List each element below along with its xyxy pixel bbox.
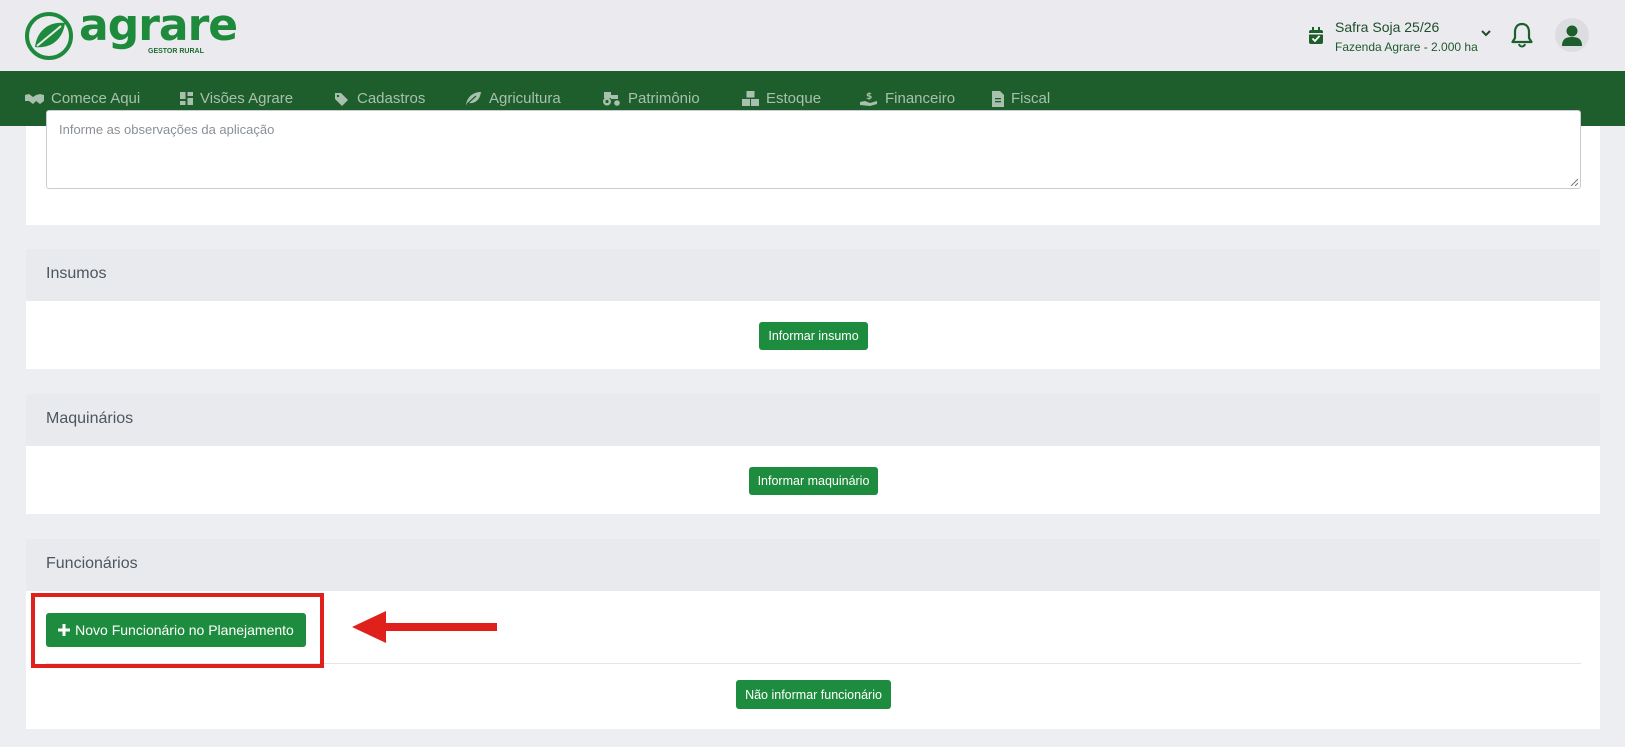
informar-maquinario-button[interactable]: Informar maquinário: [749, 467, 878, 495]
user-icon: [1562, 25, 1582, 46]
leaf-icon: [466, 92, 481, 105]
boxes-icon: [742, 91, 759, 106]
logo-wordmark: agrare: [79, 0, 238, 51]
leaf-logo-icon: [25, 12, 73, 60]
season-farm: Fazenda Agrare - 2.000 ha: [1335, 40, 1478, 54]
nav-item-label: Cadastros: [357, 90, 426, 107]
nao-informar-funcionario-button[interactable]: Não informar funcionário: [736, 680, 891, 709]
insumos-header: Insumos: [26, 249, 1600, 301]
observations-placeholder: Informe as observações da aplicação: [59, 122, 275, 137]
svg-text:$: $: [866, 92, 872, 102]
insumos-panel: Insumos Informar insumo: [26, 249, 1600, 369]
nav-item-label: Financeiro: [885, 90, 956, 107]
season-selector[interactable]: Safra Soja 25/26 Fazenda Agrare - 2.000 …: [1308, 17, 1498, 57]
chevron-down-icon: [1481, 30, 1491, 37]
nav-item-label: Patrimônio: [628, 90, 700, 107]
bell-icon[interactable]: [1511, 22, 1533, 48]
informar-insumo-button[interactable]: Informar insumo: [759, 322, 868, 350]
agrare-logo[interactable]: agrare GESTOR RURAL: [25, 4, 238, 62]
invoice-icon: [992, 90, 1004, 107]
nav-item-label: Comece Aqui: [51, 90, 141, 107]
nav-item-label: Estoque: [766, 90, 822, 107]
nav-item-label: Fiscal: [1011, 90, 1051, 107]
tractor-icon: [603, 92, 620, 106]
red-arrow-icon: [352, 611, 497, 643]
nav-item-label: Visões Agrare: [200, 90, 294, 107]
tags-icon: [335, 92, 348, 106]
highlight-box: [31, 593, 324, 668]
maquinarios-header: Maquinários: [26, 394, 1600, 446]
calendar-check-icon: [1309, 27, 1323, 44]
funcionarios-header: Funcionários: [26, 539, 1600, 591]
season-title: Safra Soja 25/26: [1335, 19, 1440, 35]
handshake-icon: [25, 93, 44, 104]
logo-tagline: GESTOR RURAL: [148, 48, 204, 55]
hand-money-icon: $: [860, 92, 877, 106]
funcionarios-title: Funcionários: [46, 555, 138, 572]
maquinarios-title: Maquinários: [46, 410, 134, 427]
observations-textarea[interactable]: Informe as observações da aplicação: [46, 110, 1581, 189]
nav-item-label: Agricultura: [489, 90, 561, 107]
insumos-title: Insumos: [46, 265, 107, 282]
top-header: agrare GESTOR RURAL Safra Soja 25/26 Faz…: [0, 0, 1625, 71]
user-avatar[interactable]: [1555, 18, 1589, 52]
dashboard-icon: [180, 92, 193, 105]
maquinarios-panel: Maquinários Informar maquinário: [26, 394, 1600, 514]
resize-handle-icon[interactable]: [1570, 178, 1578, 186]
